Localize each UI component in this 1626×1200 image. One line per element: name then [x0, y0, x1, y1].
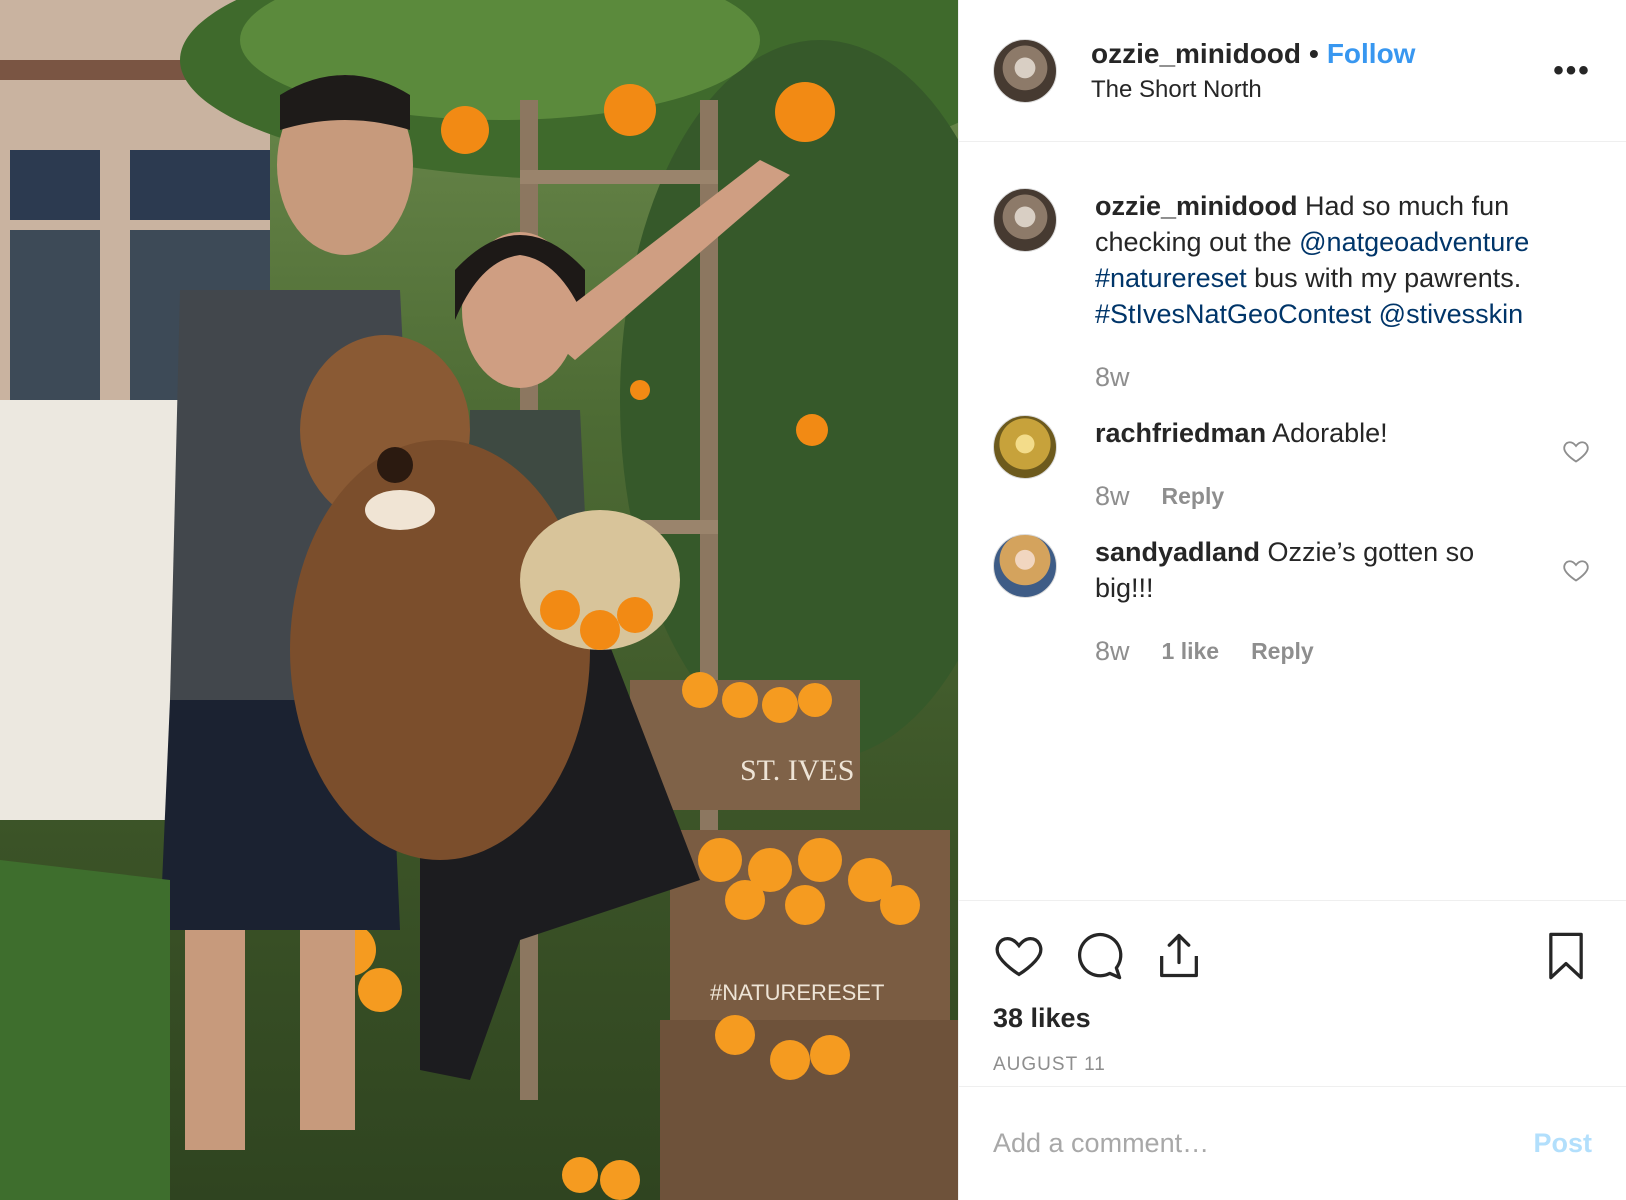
author-row: ozzie_minidood • Follow	[1091, 38, 1554, 70]
instagram-post: ST. IVES #NATURERESET ozzie_minidood • F…	[0, 0, 1626, 1200]
hashtag-link[interactable]: #StIvesNatGeoContest	[1095, 299, 1371, 329]
comment-timestamp[interactable]: 8w	[1095, 481, 1130, 512]
mention-link[interactable]: @stivesskin	[1379, 299, 1523, 329]
post-comment-button[interactable]: Post	[1533, 1128, 1592, 1159]
comment-meta: 8w 1 like Reply	[1095, 636, 1540, 667]
comment-meta: 8w Reply	[1095, 481, 1540, 512]
commenter-username[interactable]: rachfriedman	[1095, 418, 1266, 448]
hashtag-link[interactable]: #naturereset	[1095, 263, 1247, 293]
comment-likes-count[interactable]: 1 like	[1162, 638, 1220, 665]
comment-like-icon[interactable]	[1562, 437, 1590, 465]
caption-meta: 8w	[1095, 362, 1540, 393]
commenter-username[interactable]: sandyadland	[1095, 537, 1260, 567]
comments-list: ozzie_minidood Had so much fun checking …	[959, 142, 1626, 900]
bookmark-icon[interactable]	[1540, 930, 1592, 982]
caption-username[interactable]: ozzie_minidood	[1095, 191, 1298, 221]
author-info: ozzie_minidood • Follow The Short North	[1091, 38, 1554, 104]
post-header: ozzie_minidood • Follow The Short North …	[959, 0, 1626, 142]
like-heart-icon[interactable]	[993, 930, 1045, 982]
commenter-avatar[interactable]	[993, 534, 1057, 598]
comment-body: rachfriedman Adorable! 8w Reply	[1095, 415, 1590, 512]
more-options-icon[interactable]: •••	[1553, 53, 1590, 89]
author-avatar[interactable]	[993, 38, 1057, 103]
comment-message: Adorable!	[1266, 418, 1388, 448]
caption: ozzie_minidood Had so much fun checking …	[993, 188, 1590, 393]
comment-bubble-icon[interactable]	[1073, 930, 1125, 982]
post-photo[interactable]: ST. IVES #NATURERESET	[0, 0, 958, 1200]
caption-text-part: bus with my pawrents.	[1246, 263, 1522, 293]
post-actions: 38 likes AUGUST 11	[959, 900, 1626, 1086]
caption-body: ozzie_minidood Had so much fun checking …	[1095, 188, 1590, 393]
photo-illustration: ST. IVES #NATURERESET	[0, 0, 958, 1200]
comment-timestamp[interactable]: 8w	[1095, 636, 1130, 667]
add-comment-bar: Post	[959, 1086, 1626, 1200]
caption-space	[1371, 299, 1379, 329]
follow-button[interactable]: Follow	[1327, 38, 1416, 70]
action-icons-row	[993, 925, 1592, 987]
comment-like-icon[interactable]	[1562, 556, 1590, 584]
likes-count[interactable]: 38 likes	[993, 1003, 1592, 1034]
author-username[interactable]: ozzie_minidood	[1091, 38, 1301, 70]
comment-text: rachfriedman Adorable!	[1095, 415, 1540, 451]
crate-hashtag-text: #NATURERESET	[710, 980, 884, 1005]
post-side-panel: ozzie_minidood • Follow The Short North …	[958, 0, 1626, 1200]
comment-body: sandyadland Ozzie’s gotten so big!!! 8w …	[1095, 534, 1590, 667]
caption-author-avatar[interactable]	[993, 188, 1057, 252]
comment-input[interactable]	[993, 1128, 1534, 1159]
commenter-avatar[interactable]	[993, 415, 1057, 479]
reply-button[interactable]: Reply	[1162, 483, 1225, 510]
separator-dot: •	[1309, 37, 1319, 69]
crate-brand-text: ST. IVES	[740, 754, 854, 787]
reply-button[interactable]: Reply	[1251, 638, 1314, 665]
caption-text: ozzie_minidood Had so much fun checking …	[1095, 188, 1540, 332]
caption-timestamp[interactable]: 8w	[1095, 362, 1130, 393]
comment-text: sandyadland Ozzie’s gotten so big!!!	[1095, 534, 1540, 606]
comment-item: rachfriedman Adorable! 8w Reply	[993, 415, 1590, 512]
share-icon[interactable]	[1153, 930, 1205, 982]
comment-item: sandyadland Ozzie’s gotten so big!!! 8w …	[993, 534, 1590, 667]
mention-link[interactable]: @natgeoadventure	[1299, 227, 1529, 257]
post-date[interactable]: AUGUST 11	[993, 1054, 1592, 1076]
post-location[interactable]: The Short North	[1091, 76, 1554, 104]
